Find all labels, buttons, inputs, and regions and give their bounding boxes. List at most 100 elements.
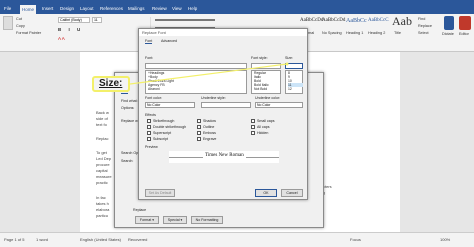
strikethrough-label: Strikethrough: [153, 119, 175, 123]
doc-line: procure: [96, 162, 110, 167]
font-style-label: Font style:: [251, 56, 268, 60]
outline-checkbox[interactable]: [197, 125, 201, 129]
font-style-list[interactable]: Regular Italic Bold Bold Italic Not Bold: [251, 70, 281, 94]
ok-button[interactable]: OK: [255, 189, 277, 197]
hidden-checkbox[interactable]: [251, 131, 255, 135]
size-callout: Size:: [92, 76, 130, 92]
size-label: Size:: [285, 56, 293, 60]
underline-color-select[interactable]: No Color: [255, 102, 303, 108]
engrave-checkbox[interactable]: [197, 137, 201, 141]
subscript-label: Subscript: [153, 137, 168, 141]
font-name-box[interactable]: Calibri (Body): [58, 17, 90, 23]
strikethrough-checkbox[interactable]: [147, 119, 151, 123]
doc-line: measure: [96, 174, 112, 179]
doc-line: elabora: [96, 207, 110, 212]
tab-view[interactable]: View: [172, 6, 182, 11]
hidden-label: Hidden: [257, 131, 269, 135]
doc-line: Back w: [96, 110, 109, 115]
font-input[interactable]: [145, 63, 247, 69]
doc-line: side of: [96, 116, 108, 121]
underline-color-label: Underline color:: [255, 96, 281, 100]
tab-font[interactable]: Font: [145, 39, 153, 44]
tab-review[interactable]: Review: [152, 6, 167, 11]
replace-font-dialog: Replace Font Font Advanced Font: Font st…: [138, 28, 308, 200]
tab-references[interactable]: References: [100, 6, 123, 11]
tab-file[interactable]: File: [4, 6, 11, 11]
format-button[interactable]: Format ▾: [135, 216, 159, 224]
all-caps-checkbox[interactable]: [251, 125, 255, 129]
emboss-checkbox[interactable]: [197, 131, 201, 135]
style-no-spacing[interactable]: AaBbCcDd No Spacing: [322, 16, 346, 40]
cancel-button[interactable]: Cancel: [281, 189, 303, 197]
superscript-checkbox[interactable]: [147, 131, 151, 135]
tab-design[interactable]: Design: [60, 6, 74, 11]
list-item[interactable]: Not Bold: [254, 87, 267, 91]
doc-line: capital: [96, 168, 108, 173]
shadow-checkbox[interactable]: [197, 119, 201, 123]
doc-line: Replac: [96, 136, 109, 141]
replace-button[interactable]: Replace: [418, 24, 432, 28]
set-as-default-button[interactable]: Set As Default: [145, 189, 175, 197]
cut-button[interactable]: Cut: [16, 17, 22, 21]
small-caps-checkbox[interactable]: [251, 119, 255, 123]
tab-home[interactable]: Home: [20, 5, 37, 14]
format-buttons[interactable]: B I U: [58, 27, 148, 33]
font-label: Font:: [145, 56, 154, 60]
style-title[interactable]: Aab Title: [392, 14, 414, 40]
style-heading-2[interactable]: AaBbCcC Heading 2: [368, 16, 390, 40]
size-list[interactable]: 8 9 10 11 12: [285, 70, 303, 94]
tab-advanced[interactable]: Advanced: [161, 39, 177, 43]
preview-text: Times New Roman: [203, 153, 246, 158]
size-input[interactable]: [285, 63, 303, 69]
double-strikethrough-label: Double strikethrough: [153, 125, 187, 129]
list-icon[interactable]: [155, 19, 215, 21]
list-item[interactable]: 12: [288, 87, 292, 91]
font-color-select[interactable]: No Color: [145, 102, 195, 108]
doc-line: Led Dep: [96, 156, 112, 161]
font-color-icon[interactable]: A A: [58, 36, 98, 42]
word-window: File Home Insert Design Layout Reference…: [0, 0, 474, 247]
doc-line: takes h: [96, 201, 109, 206]
tab-mailings[interactable]: Mailings: [128, 6, 145, 11]
format-painter-button[interactable]: Format Painter: [16, 31, 41, 35]
double-strikethrough-checkbox[interactable]: [147, 125, 151, 129]
select-button[interactable]: Select: [418, 31, 429, 35]
emboss-label: Emboss: [203, 131, 216, 135]
subscript-checkbox[interactable]: [147, 137, 151, 141]
preview-box: Times New Roman: [169, 151, 279, 163]
font-list[interactable]: +Headings +Body Abadi Extra Light Agency…: [145, 70, 247, 94]
word-count[interactable]: 1 word: [36, 237, 48, 242]
zoom-level[interactable]: 100%: [440, 237, 450, 242]
tab-insert[interactable]: Insert: [42, 6, 53, 11]
status-bar: Page 1 of 5 1 word English (United State…: [0, 232, 474, 247]
list-item[interactable]: Aharoni: [148, 87, 160, 91]
effects-label: Effects: [145, 113, 156, 117]
focus-button[interactable]: Focus: [350, 237, 361, 242]
doc-line: practic: [96, 180, 108, 185]
no-formatting-button[interactable]: No Formatting: [191, 216, 223, 224]
superscript-label: Superscript: [153, 131, 172, 135]
font-style-input[interactable]: [251, 63, 281, 69]
tab-layout[interactable]: Layout: [80, 6, 94, 11]
dictate-label: Dictate: [442, 32, 454, 36]
tab-help[interactable]: Help: [188, 6, 197, 11]
page-count[interactable]: Page 1 of 5: [4, 237, 24, 242]
doc-line: In fac: [96, 195, 106, 200]
underline-style-select[interactable]: [201, 102, 251, 108]
paste-icon[interactable]: [3, 16, 13, 30]
special-button[interactable]: Special ▾: [163, 216, 187, 224]
font-size-box[interactable]: 11: [92, 17, 102, 23]
underline-style-label: Underline style:: [201, 96, 226, 100]
style-heading-1[interactable]: AaBbCc Heading 1: [346, 16, 368, 40]
doc-line: To get: [96, 150, 107, 155]
editor-icon[interactable]: [459, 16, 471, 30]
dictate-icon[interactable]: [444, 16, 454, 30]
all-caps-label: All caps: [257, 125, 270, 129]
find-button[interactable]: Find: [418, 17, 425, 21]
engrave-label: Engrave: [203, 137, 217, 141]
options-label: Options:: [121, 106, 135, 110]
outline-label: Outline: [203, 125, 215, 129]
language-indicator[interactable]: English (United States): [80, 237, 121, 242]
font-color-label: Font color:: [145, 96, 162, 100]
copy-button[interactable]: Copy: [16, 24, 25, 28]
